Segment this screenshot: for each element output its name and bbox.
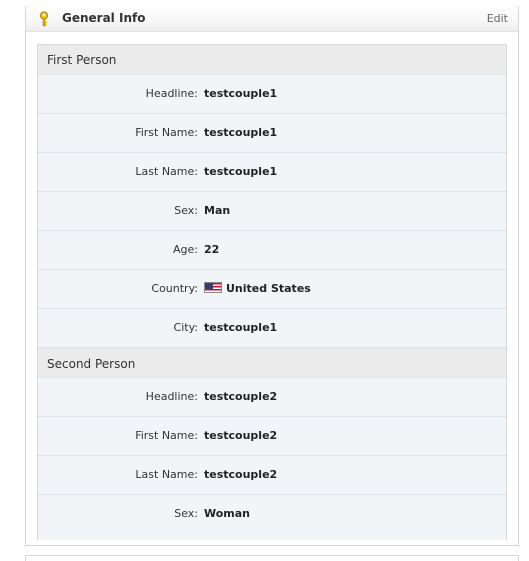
row-country-1: Country: United States xyxy=(38,270,506,309)
field-label: Sex: xyxy=(174,507,198,520)
field-value-country: United States xyxy=(204,282,311,295)
panel-title: General Info xyxy=(62,11,146,25)
field-value: 22 xyxy=(204,243,220,256)
field-value: testcouple2 xyxy=(204,429,278,442)
field-label: Headline: xyxy=(145,390,198,403)
row-sex-1: Sex: Man xyxy=(38,192,506,231)
row-last-name-1: Last Name: testcouple1 xyxy=(38,153,506,192)
field-label: Country: xyxy=(151,282,198,295)
general-info-panel: General Info Edit First Person Headline:… xyxy=(25,6,519,546)
field-label: Sex: xyxy=(174,204,198,217)
field-label: City: xyxy=(173,321,198,334)
field-label: First Name: xyxy=(135,126,198,139)
next-panel-edge xyxy=(25,555,519,561)
row-headline-2: Headline: testcouple2 xyxy=(38,378,506,417)
field-label: Last Name: xyxy=(135,165,198,178)
field-value: testcouple1 xyxy=(204,165,278,178)
field-label: Last Name: xyxy=(135,468,198,481)
field-value: testcouple2 xyxy=(204,468,278,481)
field-value: testcouple1 xyxy=(204,87,278,100)
field-value: testcouple1 xyxy=(204,126,278,139)
field-label: First Name: xyxy=(135,429,198,442)
row-sex-2: Sex: Woman xyxy=(38,495,506,534)
edit-link[interactable]: Edit xyxy=(487,12,508,25)
field-label: Headline: xyxy=(145,87,198,100)
country-name: United States xyxy=(226,282,311,295)
row-headline-1: Headline: testcouple1 xyxy=(38,75,506,114)
row-age-1: Age: 22 xyxy=(38,231,506,270)
section-header-first-person: First Person xyxy=(38,45,506,75)
row-first-name-2: First Name: testcouple2 xyxy=(38,417,506,456)
panel-header: General Info Edit xyxy=(26,6,518,32)
section-header-second-person: Second Person xyxy=(38,348,506,378)
row-last-name-2: Last Name: testcouple2 xyxy=(38,456,506,495)
field-value: testcouple2 xyxy=(204,390,278,403)
field-value: Woman xyxy=(204,507,251,520)
field-value: testcouple1 xyxy=(204,321,278,334)
field-value: Man xyxy=(204,204,231,217)
row-city-1: City: testcouple1 xyxy=(38,309,506,348)
us-flag-icon xyxy=(204,282,222,293)
field-label: Age: xyxy=(173,243,198,256)
info-table: First Person Headline: testcouple1 First… xyxy=(37,44,507,540)
row-first-name-1: First Name: testcouple1 xyxy=(38,114,506,153)
key-icon xyxy=(39,11,49,27)
